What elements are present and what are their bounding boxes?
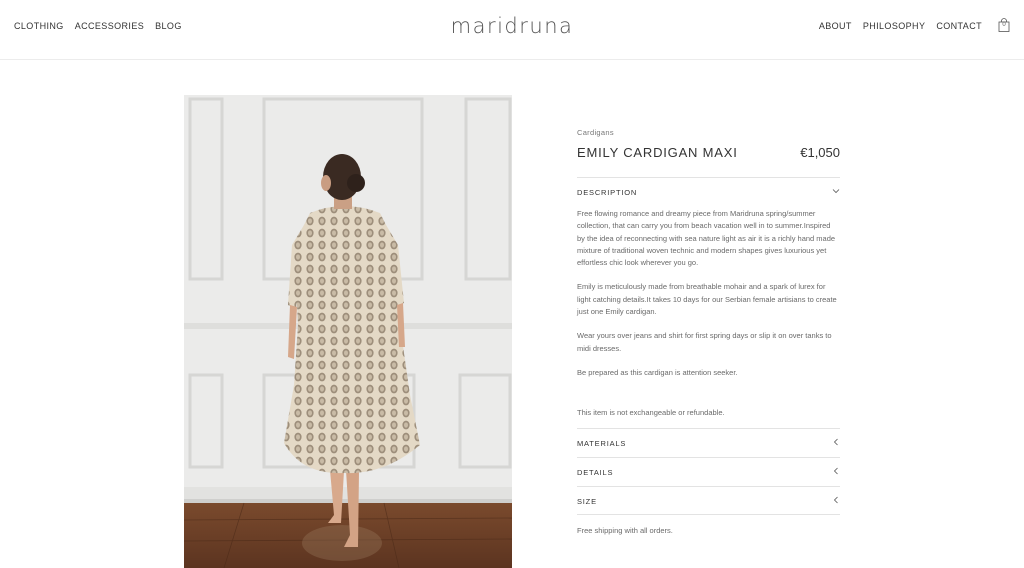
size-label: SIZE bbox=[577, 497, 597, 507]
product-image[interactable] bbox=[184, 95, 512, 568]
nav-blog[interactable]: BLOG bbox=[155, 21, 182, 31]
cart-count: 0 bbox=[1002, 22, 1006, 28]
nav-philosophy[interactable]: PHILOSOPHY bbox=[863, 21, 926, 31]
chevron-down-icon bbox=[832, 187, 840, 195]
details-label: DETAILS bbox=[577, 468, 614, 478]
chevron-left-icon bbox=[832, 496, 840, 504]
site-header: CLOTHING ACCESSORIES BLOG maridruna ABOU… bbox=[0, 0, 1024, 60]
description-paragraph: Wear yours over jeans and shirt for firs… bbox=[577, 331, 832, 353]
chevron-left-icon bbox=[832, 438, 840, 446]
secondary-nav: ABOUT PHILOSOPHY CONTACT bbox=[819, 21, 982, 31]
brand-logo[interactable]: maridruna bbox=[443, 12, 581, 40]
title-row: EMILY CARDIGAN MAXI €1,050 bbox=[577, 145, 840, 167]
materials-label: MATERIALS bbox=[577, 439, 627, 449]
description-body: Free flowing romance and dreamy piece fr… bbox=[577, 208, 840, 379]
product-info: Cardigans EMILY CARDIGAN MAXI €1,050 DES… bbox=[577, 128, 840, 535]
size-toggle[interactable]: SIZE bbox=[577, 486, 840, 516]
description-paragraph: Be prepared as this cardigan is attentio… bbox=[577, 367, 738, 377]
nav-about[interactable]: ABOUT bbox=[819, 21, 852, 31]
nav-clothing[interactable]: CLOTHING bbox=[14, 21, 64, 31]
materials-toggle[interactable]: MATERIALS bbox=[577, 428, 840, 457]
chevron-left-icon bbox=[832, 467, 840, 475]
shipping-note: Free shipping with all orders. bbox=[577, 526, 673, 536]
primary-nav: CLOTHING ACCESSORIES BLOG bbox=[14, 21, 182, 31]
description-toggle[interactable]: DESCRIPTION bbox=[577, 177, 840, 206]
cart-button[interactable]: 0 bbox=[998, 18, 1010, 32]
return-policy: This item is not exchangeable or refunda… bbox=[577, 408, 725, 418]
product-price: €1,050 bbox=[800, 145, 840, 160]
nav-contact[interactable]: CONTACT bbox=[936, 21, 982, 31]
product-category[interactable]: Cardigans bbox=[577, 128, 840, 137]
details-toggle[interactable]: DETAILS bbox=[577, 457, 840, 486]
product-photo-illustration bbox=[184, 95, 512, 568]
nav-accessories[interactable]: ACCESSORIES bbox=[75, 21, 144, 31]
description-paragraph: Emily is meticulously made from breathab… bbox=[577, 282, 837, 317]
description-label: DESCRIPTION bbox=[577, 188, 638, 197]
description-paragraph: Free flowing romance and dreamy piece fr… bbox=[577, 209, 836, 268]
